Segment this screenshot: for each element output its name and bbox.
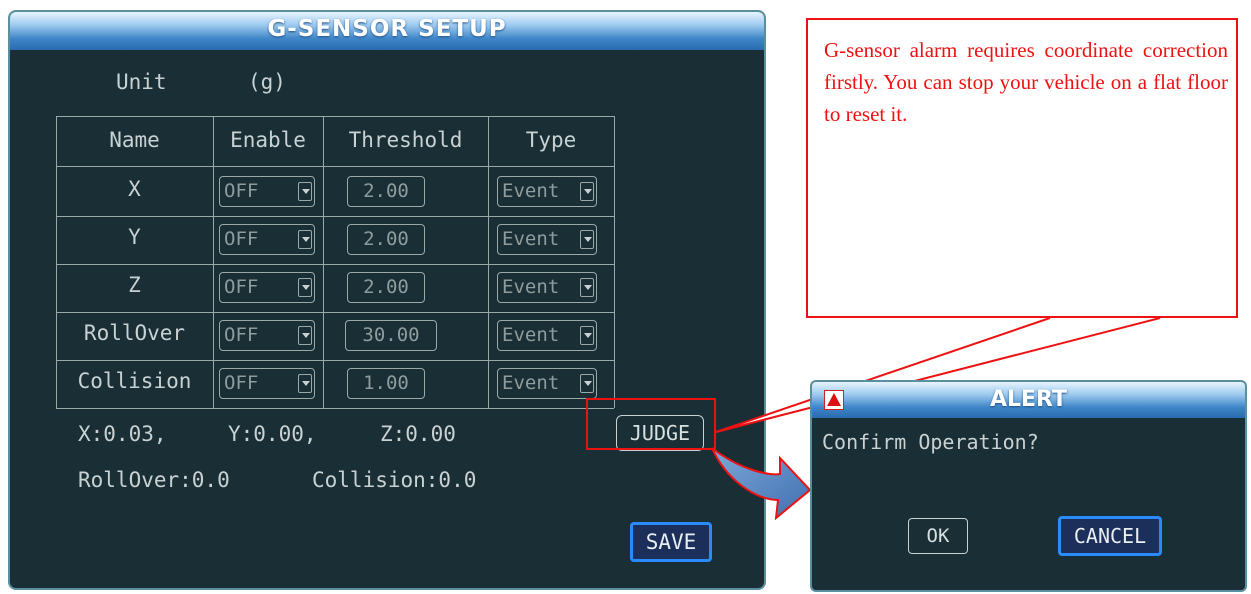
alert-title-bar: ALERT [812,382,1245,418]
alert-message: Confirm Operation? [822,430,1039,454]
cancel-button[interactable]: CANCEL [1058,516,1162,556]
pointer-arrow [711,447,812,521]
alert-title: ALERT [989,387,1068,412]
alert-dialog: ALERT Confirm Operation? OK CANCEL [810,380,1247,592]
ok-button[interactable]: OK [908,518,968,554]
